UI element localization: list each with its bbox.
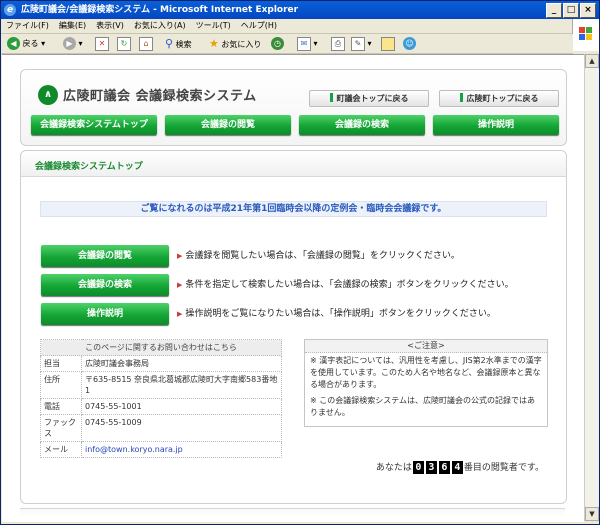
- table-row: 電話 0745-55-1001: [40, 398, 282, 415]
- contact-value: 広陵町議会事務局: [81, 355, 282, 372]
- footer-strip: [20, 508, 565, 517]
- windows-flag-icon: [572, 19, 599, 51]
- edit-icon: ✎: [351, 36, 365, 51]
- contact-value: 0745-55-1009: [81, 414, 282, 442]
- marker-icon: [459, 93, 463, 102]
- star-icon: ★: [209, 37, 219, 50]
- close-button[interactable]: ×: [580, 3, 596, 18]
- caution-box: <ご注意> ※ 漢字表記については、汎用性を考慮し、JIS第2水準までの漢字を使…: [304, 339, 548, 427]
- contact-table: このページに関するお問い合わせはこちら 担当 広陵町議会事務局 住所 〒635-85…: [40, 339, 282, 458]
- contact-value: 0745-55-1001: [81, 398, 282, 415]
- caution-text: ※ この会議録検索システムは、広陵町議会の公式の記録ではありません。: [310, 396, 536, 417]
- stop-button[interactable]: ✕: [95, 36, 109, 51]
- discuss-button[interactable]: [381, 36, 395, 51]
- counter-digit: 4: [451, 461, 463, 474]
- forward-arrow-icon: ▶: [63, 37, 76, 50]
- email-link[interactable]: info@town.koryo.nara.jp: [85, 445, 183, 454]
- print-button[interactable]: ⎙: [331, 36, 345, 51]
- window-title: 広陵町議会/会議録検索システム - Microsoft Internet Exp…: [21, 5, 299, 15]
- browse-description: ▶ 会議録を閲覧したい場合は、「会議録の閲覧」をクリックください。: [177, 251, 460, 261]
- menu-help[interactable]: ヘルプ(H): [236, 19, 282, 33]
- contact-label: 電話: [40, 398, 82, 415]
- contact-value: 〒635-8515 奈良県北葛城郡広陵町大字南郷583番地1: [81, 371, 282, 399]
- table-row: 住所 〒635-8515 奈良県北葛城郡広陵町大字南郷583番地1: [40, 371, 282, 399]
- contact-label: 担当: [40, 355, 82, 372]
- contact-title: このページに関するお問い合わせはこちら: [40, 339, 282, 356]
- history-button[interactable]: ◷: [271, 36, 284, 51]
- menu-view[interactable]: 表示(V): [91, 19, 129, 33]
- site-title: 広陵町議会 会議録検索システム: [63, 89, 257, 104]
- marker-icon: [329, 93, 333, 102]
- vertical-scrollbar[interactable]: ▲ ▼: [584, 54, 599, 521]
- main-panel: 会議録検索システムトップ ご覧になれるのは平成21年第1回臨時会以降の定例会・臨…: [20, 150, 567, 504]
- messenger-icon: ☺: [403, 37, 416, 50]
- help-description: ▶ 操作説明をご覧になりたい場合は、「操作説明」ボタンをクリックください。: [177, 309, 496, 319]
- refresh-icon: ↻: [117, 36, 131, 51]
- bullet-icon: ▶: [177, 310, 183, 318]
- refresh-button[interactable]: ↻: [117, 36, 131, 51]
- site-header: ∧ 広陵町議会 会議録検索システム 町議会トップに戻る 広陵町トップに戻る 会議…: [20, 69, 567, 146]
- availability-notice: ご覧になれるのは平成21年第1回臨時会以降の定例会・臨時会会議録です。: [40, 201, 547, 217]
- contact-label: メール: [40, 441, 82, 458]
- table-row: ファックス 0745-55-1009: [40, 414, 282, 442]
- home-icon: ⌂: [139, 36, 153, 51]
- nav-browse[interactable]: 会議録の閲覧: [165, 115, 291, 135]
- ie-logo-icon: e: [4, 4, 16, 16]
- menu-file[interactable]: ファイル(F): [1, 19, 54, 33]
- counter-digit: 6: [438, 461, 450, 474]
- back-arrow-icon: ◀: [7, 37, 20, 50]
- mail-button[interactable]: ✉ ▾: [297, 36, 318, 51]
- contact-label: ファックス: [40, 414, 82, 442]
- contact-label: 住所: [40, 371, 82, 399]
- menu-favorites[interactable]: お気に入り(A): [129, 19, 191, 33]
- caution-text: ※ 漢字表記については、汎用性を考慮し、JIS第2水準までの漢字を使用しています…: [310, 356, 542, 389]
- menu-bar: ファイル(F) 編集(E) 表示(V) お気に入り(A) ツール(T) ヘルプ(H): [1, 19, 599, 34]
- nav-help[interactable]: 操作説明: [433, 115, 559, 135]
- title-bar: e 広陵町議会/会議録検索システム - Microsoft Internet E…: [1, 1, 599, 19]
- back-button[interactable]: ◀ 戻る ▾: [7, 36, 45, 51]
- section-title: 会議録検索システムトップ: [21, 151, 566, 177]
- page-viewport: ∧ 広陵町議会 会議録検索システム 町議会トップに戻る 広陵町トップに戻る 会議…: [2, 54, 584, 522]
- search-icon: ⚲: [165, 37, 174, 50]
- note-icon: [381, 36, 395, 51]
- search-action-button[interactable]: 会議録の検索: [41, 274, 169, 296]
- counter-digit: 3: [425, 461, 437, 474]
- search-button[interactable]: ⚲ 検索: [165, 36, 192, 51]
- scroll-up-icon[interactable]: ▲: [585, 54, 599, 68]
- bullet-icon: ▶: [177, 281, 183, 289]
- table-row: メール info@town.koryo.nara.jp: [40, 441, 282, 458]
- search-description: ▶ 条件を指定して検索したい場合は、「会議録の検索」ボタンをクリックください。: [177, 280, 514, 290]
- menu-tools[interactable]: ツール(T): [191, 19, 236, 33]
- bullet-icon: ▶: [177, 252, 183, 260]
- visitor-counter: あなたは 0 3 6 4 番目の閲覧者です。: [375, 461, 544, 474]
- menu-edit[interactable]: 編集(E): [54, 19, 91, 33]
- minimize-button[interactable]: _: [546, 3, 562, 18]
- table-row: 担当 広陵町議会事務局: [40, 355, 282, 372]
- mail-icon: ✉: [297, 36, 311, 51]
- forward-button[interactable]: ▶ ▾: [63, 36, 83, 51]
- messenger-button[interactable]: ☺: [403, 36, 416, 51]
- browser-window: e 広陵町議会/会議録検索システム - Microsoft Internet E…: [0, 0, 600, 525]
- scroll-down-icon[interactable]: ▼: [585, 507, 599, 521]
- favorites-button[interactable]: ★ お気に入り: [209, 36, 261, 51]
- home-button[interactable]: ⌂: [139, 36, 153, 51]
- council-top-button[interactable]: 町議会トップに戻る: [309, 90, 429, 107]
- browse-button[interactable]: 会議録の閲覧: [41, 245, 169, 267]
- main-nav: 会議録検索システムトップ 会議録の閲覧 会議録の検索 操作説明: [31, 115, 559, 135]
- toolbar: ◀ 戻る ▾ ▶ ▾ ✕ ↻ ⌂ ⚲ 検索 ★ お気に入り ◷ ✉ ▾ ⎙ ✎ …: [1, 34, 573, 54]
- nav-top[interactable]: 会議録検索システムトップ: [31, 115, 157, 135]
- town-top-button[interactable]: 広陵町トップに戻る: [439, 90, 559, 107]
- town-logo-icon: ∧: [38, 85, 58, 105]
- stop-icon: ✕: [95, 36, 109, 51]
- edit-button[interactable]: ✎ ▾: [351, 36, 372, 51]
- help-button[interactable]: 操作説明: [41, 303, 169, 325]
- caution-title: <ご注意>: [305, 340, 547, 353]
- nav-search[interactable]: 会議録の検索: [299, 115, 425, 135]
- printer-icon: ⎙: [331, 36, 345, 51]
- history-icon: ◷: [271, 37, 284, 50]
- counter-digit: 0: [412, 461, 424, 474]
- maximize-button[interactable]: □: [563, 3, 579, 18]
